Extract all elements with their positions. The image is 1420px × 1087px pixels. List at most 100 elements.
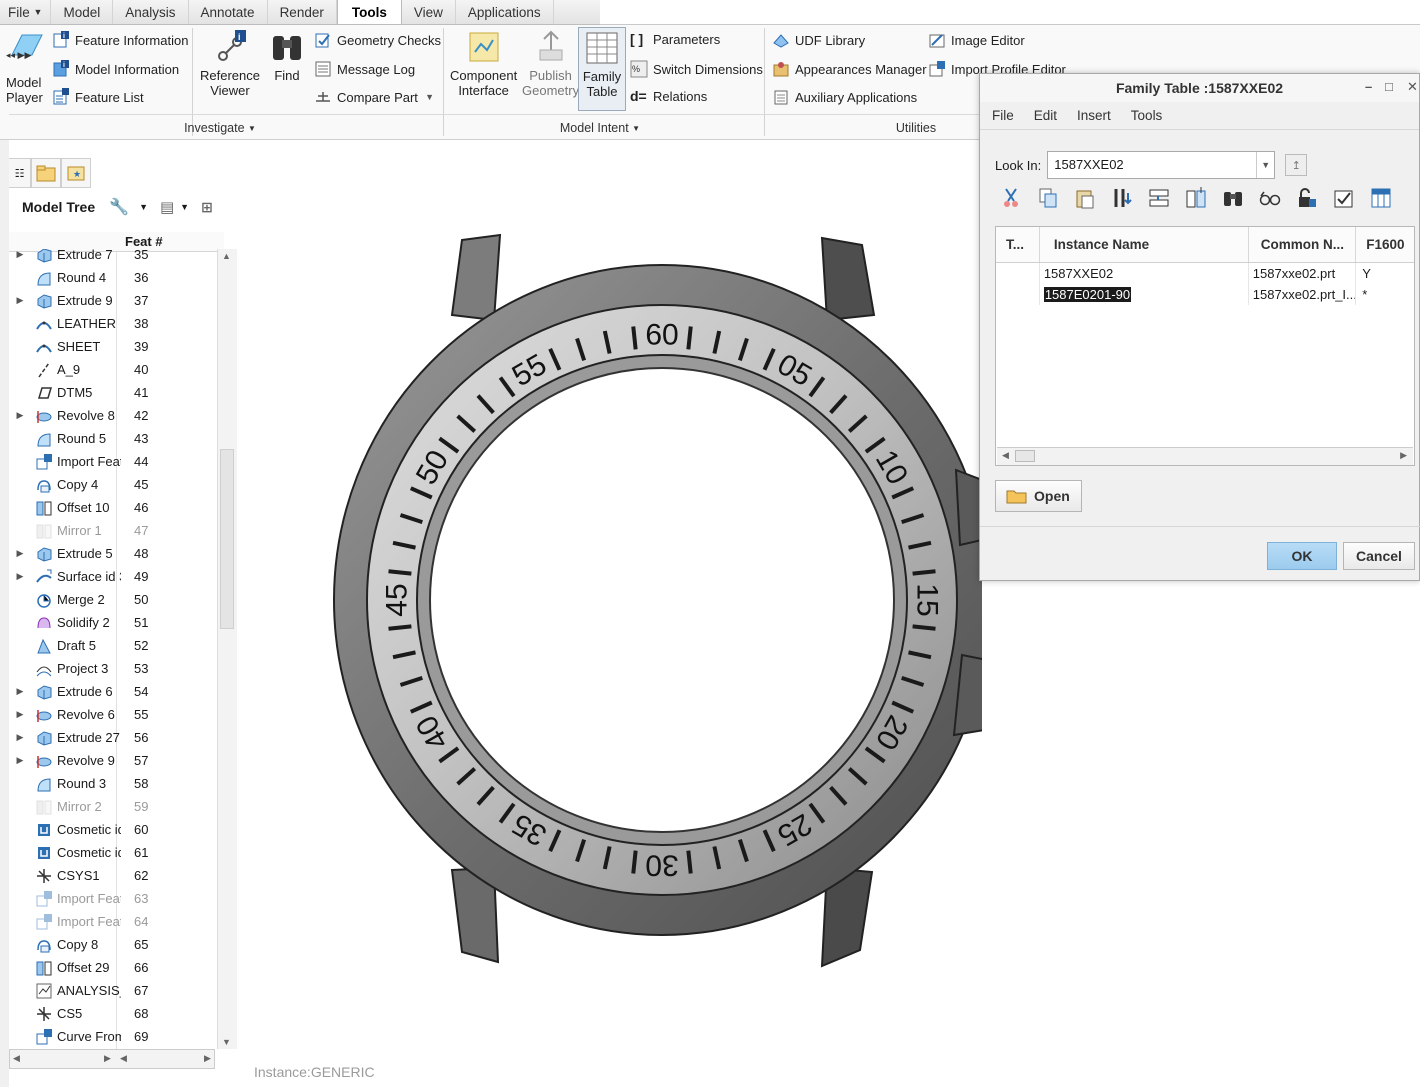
insert-column-icon[interactable] <box>1111 187 1133 209</box>
cancel-button[interactable]: Cancel <box>1343 542 1415 570</box>
expand-icon[interactable]: ▶ <box>13 295 27 306</box>
watch-case-model[interactable]: 600510152025303540455055 <box>242 140 991 1087</box>
tab-folder-browser[interactable] <box>31 158 61 188</box>
scroll-left-icon[interactable]: ◀ <box>1002 450 1009 461</box>
relations-button[interactable]: d= Relations <box>630 88 707 104</box>
instance-name-cell[interactable]: 1587XXE02 <box>1040 263 1249 284</box>
tree-row[interactable]: Offset 29 66 <box>9 956 217 979</box>
scroll-right-icon[interactable]: ▶ <box>204 1053 211 1064</box>
tab-view[interactable]: View <box>402 0 456 24</box>
instance-row[interactable]: 1587E0201-90 1587xxe02.prt_I... * <box>996 284 1414 305</box>
glasses-icon[interactable] <box>1259 187 1281 209</box>
chevron-down-icon[interactable]: ▼ <box>139 202 148 212</box>
tree-horizontal-scrollbar[interactable]: ◀ ▶ ◀ ▶ <box>9 1049 215 1069</box>
tab-tools[interactable]: Tools <box>336 0 402 24</box>
tab-applications[interactable]: Applications <box>456 0 554 24</box>
ok-button[interactable]: OK <box>1267 542 1337 570</box>
tab-model[interactable]: Model <box>51 0 114 24</box>
scroll-thumb[interactable] <box>1015 450 1035 462</box>
tree-settings-icon[interactable]: 🔧 <box>109 197 129 217</box>
binoculars-icon[interactable] <box>1222 187 1244 209</box>
tree-row[interactable]: DTM5 41 <box>9 381 217 404</box>
tree-row[interactable]: Round 5 43 <box>9 427 217 450</box>
chevron-down-icon[interactable]: ▼ <box>1256 152 1274 178</box>
expand-icon[interactable]: ▶ <box>13 249 27 260</box>
switch-dimensions-button[interactable]: % Switch Dimensions <box>630 60 763 78</box>
expand-icon[interactable]: ▶ <box>13 709 27 720</box>
tree-row[interactable]: Mirror 1 47 <box>9 519 217 542</box>
appearances-manager-button[interactable]: Appearances Manager <box>772 60 927 78</box>
reference-viewer-button[interactable]: i Reference Viewer <box>200 30 260 98</box>
tree-row[interactable]: Cosmetic id 60 <box>9 818 217 841</box>
investigate-group[interactable]: Investigate ▼ <box>120 118 320 138</box>
expand-icon[interactable]: ▶ <box>13 732 27 743</box>
type-cell[interactable] <box>996 263 1040 284</box>
model-information-button[interactable]: i Model Information <box>52 60 179 78</box>
file-menu[interactable]: File ▼ <box>0 0 52 24</box>
tab-render[interactable]: Render <box>268 0 337 24</box>
instance-row[interactable]: 1587XXE02 1587xxe02.prt Y <box>996 263 1414 284</box>
scroll-left-icon[interactable]: ◀ <box>13 1053 20 1064</box>
f1600-column-header[interactable]: F1600 <box>1356 227 1414 262</box>
grid-horizontal-scrollbar[interactable]: ◀ ▶ <box>997 447 1413 465</box>
tree-row[interactable]: CS5 68 <box>9 1002 217 1025</box>
feature-information-button[interactable]: i Feature Information <box>52 31 188 49</box>
tree-row[interactable]: Curve From 69 <box>9 1025 217 1048</box>
publish-geometry-button[interactable]: Publish Geometry <box>522 30 579 98</box>
dialog-menu-file[interactable]: File <box>992 108 1014 123</box>
geometry-checks-button[interactable]: Geometry Checks <box>314 31 441 49</box>
compare-part-button[interactable]: Compare Part ▼ <box>314 88 434 106</box>
dialog-menu-insert[interactable]: Insert <box>1077 108 1111 123</box>
feat-number-column[interactable]: Feat # <box>125 234 163 249</box>
tree-row[interactable]: A_9 40 <box>9 358 217 381</box>
f1600-cell[interactable]: * <box>1356 284 1414 305</box>
feature-list-button[interactable]: Feature List <box>52 88 144 106</box>
component-interface-button[interactable]: Component Interface <box>450 30 517 98</box>
expand-icon[interactable]: ▶ <box>13 571 27 582</box>
add-column-icon[interactable] <box>1185 187 1207 209</box>
model-intent-group[interactable]: Model Intent ▼ <box>500 118 700 138</box>
scroll-left-icon[interactable]: ◀ <box>120 1053 127 1064</box>
auxiliary-applications-button[interactable]: Auxiliary Applications <box>772 88 917 106</box>
show-icon[interactable]: ▤ <box>160 198 174 216</box>
tree-row[interactable]: ▶ Extrude 9 37 <box>9 289 217 312</box>
tree-row[interactable]: Solidify 2 51 <box>9 611 217 634</box>
verify-icon[interactable] <box>1333 187 1355 209</box>
type-column-header[interactable]: T... <box>996 227 1040 262</box>
copy-icon[interactable] <box>1037 187 1059 209</box>
image-editor-button[interactable]: Image Editor <box>928 31 1025 49</box>
tree-row[interactable]: Import Feat 44 <box>9 450 217 473</box>
close-icon[interactable]: ✕ <box>1407 79 1418 95</box>
tab-annotate[interactable]: Annotate <box>189 0 268 24</box>
expand-icon[interactable]: ▶ <box>13 686 27 697</box>
dialog-menu-tools[interactable]: Tools <box>1131 108 1163 123</box>
common-name-cell[interactable]: 1587xxe02.prt <box>1249 263 1357 284</box>
insert-row-icon[interactable] <box>1148 187 1170 209</box>
chevron-down-icon[interactable]: ▼ <box>180 202 189 212</box>
tab-analysis[interactable]: Analysis <box>113 0 189 24</box>
tree-row[interactable]: Offset 10 46 <box>9 496 217 519</box>
type-cell[interactable] <box>996 284 1040 305</box>
tree-row[interactable]: Import Feat 63 <box>9 887 217 910</box>
instance-name-column-header[interactable]: Instance Name <box>1040 227 1249 262</box>
family-table-button[interactable]: Family Table <box>578 27 626 111</box>
expand-icon[interactable]: ▶ <box>13 548 27 559</box>
tab-favorites[interactable]: ★ <box>61 158 91 188</box>
open-button[interactable]: Open <box>995 480 1082 512</box>
cut-icon[interactable] <box>1000 187 1022 209</box>
tree-row[interactable]: CSYS1 62 <box>9 864 217 887</box>
tree-row[interactable]: ▶ Extrude 7 35 <box>9 249 217 266</box>
expand-icon[interactable]: ▶ <box>13 755 27 766</box>
f1600-cell[interactable]: Y <box>1356 263 1414 284</box>
tree-row[interactable]: Import Feat 64 <box>9 910 217 933</box>
maximize-icon[interactable]: □ <box>1385 79 1393 94</box>
tree-row[interactable]: ▶ Revolve 6 55 <box>9 703 217 726</box>
tree-row[interactable]: ▶ Revolve 8 42 <box>9 404 217 427</box>
message-log-button[interactable]: Message Log <box>314 60 415 78</box>
scroll-right-icon[interactable]: ▶ <box>1400 450 1407 461</box>
common-name-column-header[interactable]: Common N... <box>1249 227 1357 262</box>
tree-row[interactable]: ▶ Extrude 5 48 <box>9 542 217 565</box>
tree-row[interactable]: Cosmetic id 61 <box>9 841 217 864</box>
tree-vertical-scrollbar[interactable]: ▲ ▼ <box>217 249 237 1049</box>
dialog-title-bar[interactable]: Family Table :1587XXE02 – □ ✕ <box>980 74 1419 102</box>
